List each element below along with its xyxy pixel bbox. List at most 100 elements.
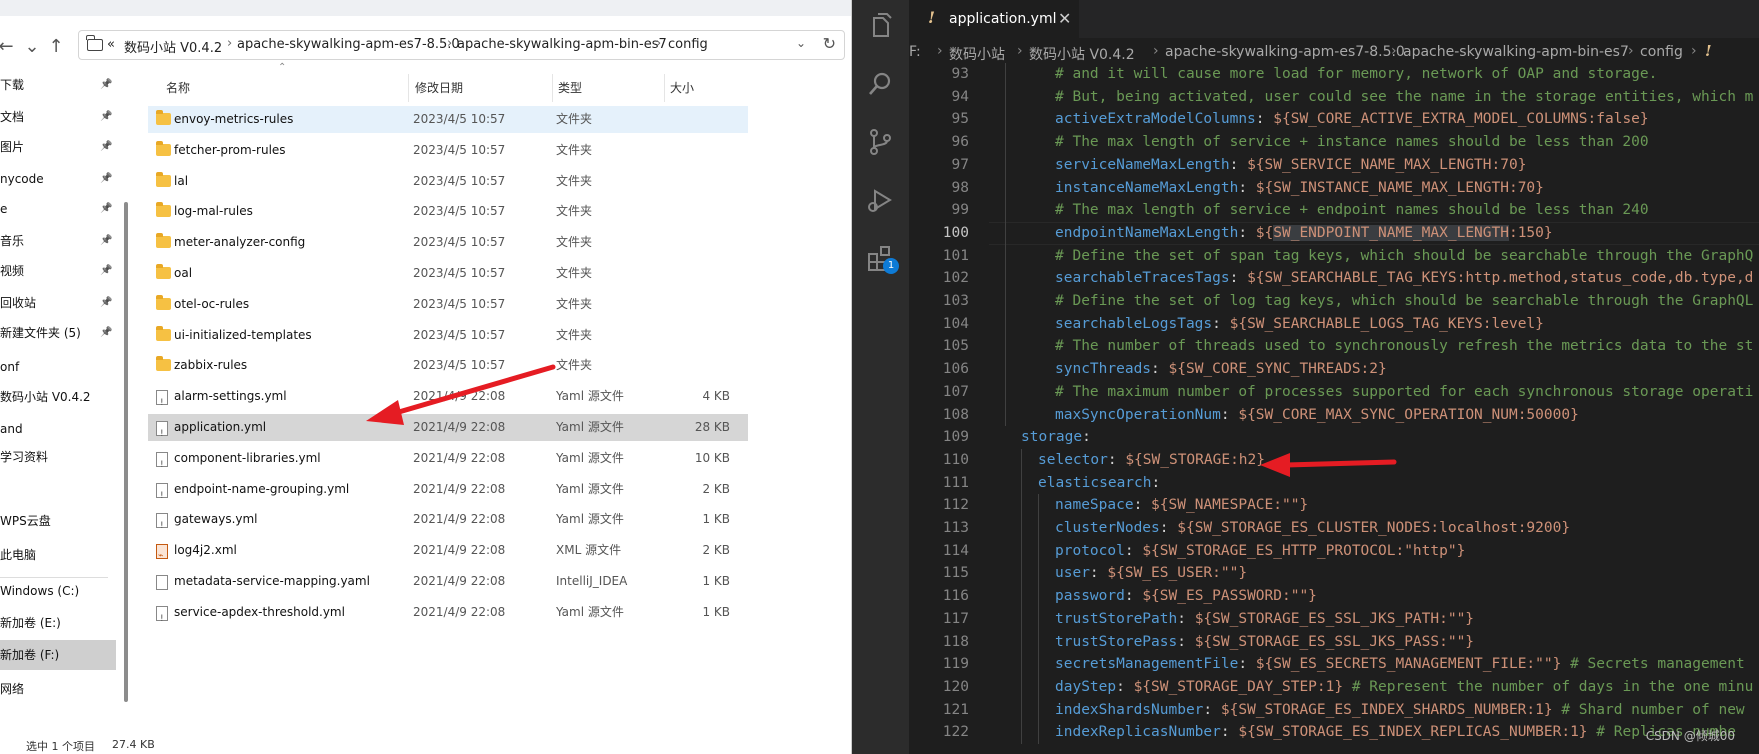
breadcrumb-item[interactable]: apache-skywalking-apm-es7-8.5.0 xyxy=(237,37,460,52)
pin-icon[interactable]: 📌 xyxy=(100,70,112,100)
extensions-icon[interactable] xyxy=(852,234,909,278)
run-debug-icon[interactable] xyxy=(852,176,909,220)
address-history-chevron-icon[interactable]: ⌄ xyxy=(796,36,806,50)
table-row[interactable]: component-libraries.yml 2021/4/9 22:08 Yam… xyxy=(148,445,748,479)
sidebar-item[interactable]: WPS云盘 xyxy=(0,506,116,536)
sidebar-item[interactable]: 学习资料 xyxy=(0,442,116,472)
column-header-name[interactable]: 名称 xyxy=(166,70,190,106)
column-header-date[interactable]: 修改日期 xyxy=(415,70,463,106)
breadcrumb-item[interactable]: apache-skywalking-apm-es7-8.5.0 xyxy=(1165,44,1405,60)
breadcrumb-item[interactable]: 数码小站 V0.4.2 xyxy=(1029,44,1135,64)
file-date: 2023/4/5 10:57 xyxy=(413,358,506,373)
table-row[interactable]: log4j2.xml 2021/4/9 22:08 XML 源文件 2 KB xyxy=(148,537,748,570)
pin-icon[interactable]: 📌 xyxy=(100,194,112,224)
column-header-size[interactable]: 大小 xyxy=(670,70,694,106)
code-comment: # But, being activated, user could see t… xyxy=(1055,88,1754,105)
line-number: 103 xyxy=(942,293,969,309)
table-row[interactable]: endpoint-name-grouping.yml 2021/4/9 22:08… xyxy=(148,476,748,510)
sidebar-item[interactable]: e 📌 xyxy=(0,194,116,224)
table-row[interactable]: ui-initialized-templates 2023/4/5 10:57 文件… xyxy=(148,322,748,349)
pin-icon[interactable]: 📌 xyxy=(100,288,112,318)
address-bar[interactable]: « 数码小站 V0.4.2 › apache-skywalking-apm-es… xyxy=(78,30,845,60)
breadcrumb-overflow[interactable]: « xyxy=(107,37,115,52)
sidebar-item[interactable]: 文档 📌 xyxy=(0,102,116,132)
breadcrumb-item[interactable]: F: xyxy=(909,44,921,60)
breadcrumb-item[interactable]: apache-skywalking-apm-bin-es7 xyxy=(457,37,667,52)
status-selection-count: 选中 1 个项目 xyxy=(26,740,95,753)
table-row[interactable]: zabbix-rules 2023/4/5 10:57 文件夹 xyxy=(148,352,748,379)
file-name: envoy-metrics-rules xyxy=(174,112,294,126)
code-editor[interactable]: # and it will cause more load for memory… xyxy=(989,63,1759,754)
navigation-scrollbar[interactable] xyxy=(121,72,131,732)
yaml-file-icon: ! xyxy=(928,8,936,27)
search-icon[interactable] xyxy=(852,60,909,104)
sidebar-item[interactable]: nycode 📌 xyxy=(0,164,116,194)
yaml-value: SW_ENDPOINT_NAME_MAX_LENGTH xyxy=(1273,224,1509,241)
file-date: 2021/4/9 22:08 xyxy=(413,481,506,496)
table-row[interactable]: fetcher-prom-rules 2023/4/5 10:57 文件夹 xyxy=(148,137,748,164)
yaml-file-icon xyxy=(156,482,168,510)
sidebar-item[interactable]: 视频 📌 xyxy=(0,256,116,286)
file-size: 1 KB xyxy=(702,604,730,619)
table-row[interactable]: oal 2023/4/5 10:57 文件夹 xyxy=(148,260,748,287)
pin-icon[interactable]: 📌 xyxy=(100,132,112,162)
tab-application-yml[interactable]: ! application.yml ✕ xyxy=(909,0,1079,39)
dropdown-chevron-icon[interactable]: ⌄ xyxy=(20,35,44,59)
sidebar-item[interactable]: Windows (C:) xyxy=(0,576,116,606)
folder-icon xyxy=(156,110,171,125)
sidebar-item[interactable]: 音乐 📌 xyxy=(0,226,116,256)
pin-icon[interactable]: 📌 xyxy=(100,102,112,132)
pin-icon[interactable]: 📌 xyxy=(100,164,112,194)
sidebar-item[interactable]: 网络 xyxy=(0,674,116,704)
yaml-value: ${SW_STORAGE_ES_CLUSTER_NODES:localhost:… xyxy=(1177,520,1571,536)
sidebar-item[interactable]: 新建文件夹 (5) 📌 xyxy=(0,318,116,348)
file-name: service-apdex-threshold.yml xyxy=(174,604,345,619)
sidebar-item[interactable]: 此电脑 xyxy=(0,540,116,570)
yaml-key: serviceNameMaxLength xyxy=(1055,156,1230,173)
file-name: gateways.yml xyxy=(174,512,258,527)
breadcrumb-item[interactable]: 数码小站 V0.4.2 xyxy=(124,37,222,56)
sidebar-item[interactable]: 图片 📌 xyxy=(0,132,116,162)
up-arrow-icon[interactable]: ↑ xyxy=(44,35,68,59)
breadcrumb-item[interactable]: config xyxy=(668,37,708,52)
breadcrumb-item[interactable]: apache-skywalking-apm-bin-es7 xyxy=(1403,44,1629,60)
sidebar-item[interactable]: 数码小站 V0.4.2 xyxy=(0,382,116,412)
punctuation: : xyxy=(1238,656,1256,673)
file-type: Yaml 源文件 xyxy=(556,420,624,434)
chevron-right-icon[interactable]: › xyxy=(447,36,452,51)
table-row[interactable]: meter-analyzer-config 2023/4/5 10:57 文件夹 xyxy=(148,229,748,256)
chevron-right-icon[interactable]: › xyxy=(656,36,661,51)
table-row[interactable]: otel-oc-rules 2023/4/5 10:57 文件夹 xyxy=(148,291,748,318)
table-row[interactable]: envoy-metrics-rules 2023/4/5 10:57 文件夹 xyxy=(148,106,748,133)
line-number: 112 xyxy=(942,497,969,514)
pin-icon[interactable]: 📌 xyxy=(100,256,112,286)
file-size: 4 KB xyxy=(702,389,730,404)
table-row[interactable]: metadata-service-mapping.yaml 2021/4/9 22… xyxy=(148,568,748,595)
sidebar-item[interactable]: onf xyxy=(0,352,116,382)
breadcrumb-item[interactable]: config xyxy=(1640,44,1683,60)
table-row[interactable]: application.yml 2021/4/9 22:08 Yaml 源文件 28 … xyxy=(148,414,748,448)
back-icon[interactable]: ← xyxy=(0,35,18,59)
sidebar-item[interactable]: 回收站 📌 xyxy=(0,288,116,318)
line-number: 118 xyxy=(942,633,969,650)
sidebar-item[interactable]: and xyxy=(0,414,116,444)
refresh-icon[interactable]: ↻ xyxy=(823,34,836,53)
line-number: 107 xyxy=(942,383,969,400)
table-row[interactable]: gateways.yml 2021/4/9 22:08 Yaml 源文件 1 KB xyxy=(148,506,748,540)
table-row[interactable]: log-mal-rules 2023/4/5 10:57 文件夹 xyxy=(148,198,748,225)
chevron-right-icon[interactable]: › xyxy=(227,36,232,51)
column-header-type[interactable]: 类型 xyxy=(558,70,582,106)
sidebar-item[interactable]: 下载 📌 xyxy=(0,70,116,100)
source-control-icon[interactable] xyxy=(852,118,909,162)
explorer-files-icon[interactable] xyxy=(852,2,909,46)
yaml-key: nameSpace xyxy=(1055,497,1134,514)
close-icon[interactable]: ✕ xyxy=(1058,9,1071,28)
pin-icon[interactable]: 📌 xyxy=(100,226,112,256)
sidebar-item[interactable]: 新加卷 (F:) xyxy=(0,640,116,670)
table-row[interactable]: lal 2023/4/5 10:57 文件夹 xyxy=(148,168,748,195)
table-row[interactable]: service-apdex-threshold.yml 2021/4/9 22:0… xyxy=(148,599,748,633)
sidebar-item[interactable]: 新加卷 (E:) xyxy=(0,608,116,638)
breadcrumb-item[interactable]: 数码小站 xyxy=(949,44,1005,64)
table-row[interactable]: alarm-settings.yml 2021/4/9 22:08 Yaml 源文件… xyxy=(148,383,748,417)
pin-icon[interactable]: 📌 xyxy=(100,318,112,348)
